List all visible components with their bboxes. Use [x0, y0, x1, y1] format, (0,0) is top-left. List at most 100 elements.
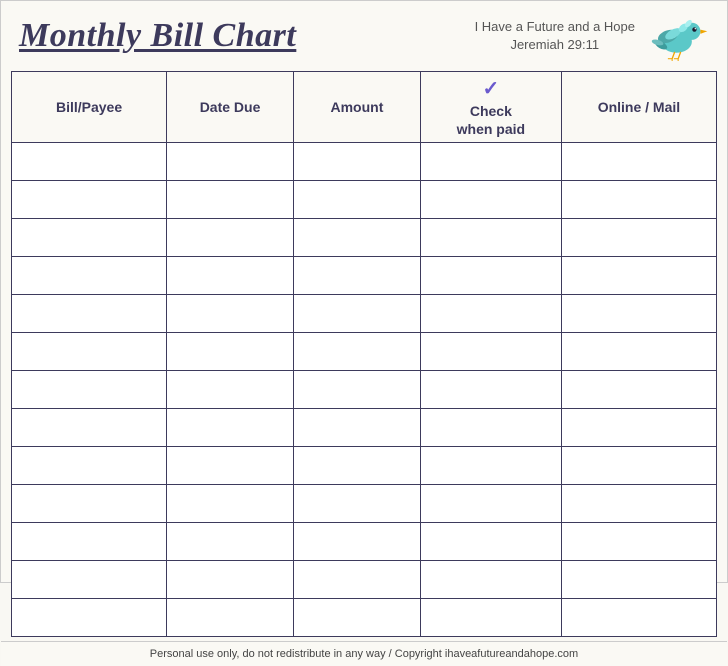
table-cell[interactable]	[293, 257, 420, 295]
table-cell[interactable]	[420, 561, 561, 599]
table-cell[interactable]	[293, 219, 420, 257]
subtitle-line1: I Have a Future and a Hope	[475, 18, 635, 36]
table-cell[interactable]	[420, 333, 561, 371]
table-cell[interactable]	[12, 257, 167, 295]
table-cell[interactable]	[561, 447, 716, 485]
table-cell[interactable]	[12, 447, 167, 485]
table-row	[12, 181, 717, 219]
col-header-check: ✓ Check when paid	[420, 72, 561, 143]
table-row	[12, 371, 717, 409]
table-row	[12, 523, 717, 561]
table-cell[interactable]	[561, 219, 716, 257]
table-cell[interactable]	[420, 257, 561, 295]
table-row	[12, 561, 717, 599]
bird-icon	[649, 11, 709, 61]
table-cell[interactable]	[561, 561, 716, 599]
table-cell[interactable]	[420, 181, 561, 219]
table-row	[12, 485, 717, 523]
table-cell[interactable]	[561, 599, 716, 637]
page-wrapper: Monthly Bill Chart I Have a Future and a…	[0, 0, 728, 583]
table-cell[interactable]	[167, 295, 294, 333]
table-cell[interactable]	[561, 295, 716, 333]
table-cell[interactable]	[12, 485, 167, 523]
table-cell[interactable]	[167, 371, 294, 409]
table-cell[interactable]	[561, 181, 716, 219]
table-body	[12, 143, 717, 637]
table-cell[interactable]	[12, 219, 167, 257]
table-cell[interactable]	[561, 409, 716, 447]
col-header-date: Date Due	[167, 72, 294, 143]
table-row	[12, 333, 717, 371]
table-cell[interactable]	[167, 599, 294, 637]
table-cell[interactable]	[167, 219, 294, 257]
table-cell[interactable]	[167, 333, 294, 371]
table-cell[interactable]	[12, 181, 167, 219]
table-cell[interactable]	[12, 143, 167, 181]
table-cell[interactable]	[420, 447, 561, 485]
table-cell[interactable]	[12, 523, 167, 561]
table-cell[interactable]	[167, 485, 294, 523]
table-cell[interactable]	[420, 143, 561, 181]
table-cell[interactable]	[293, 485, 420, 523]
table-cell[interactable]	[293, 599, 420, 637]
bill-table: Bill/Payee Date Due Amount ✓ Check when …	[11, 71, 717, 637]
subtitle-area: I Have a Future and a Hope Jeremiah 29:1…	[475, 18, 635, 54]
table-cell[interactable]	[420, 599, 561, 637]
table-cell[interactable]	[167, 143, 294, 181]
table-cell[interactable]	[12, 599, 167, 637]
footer: Personal use only, do not redistribute i…	[1, 641, 727, 666]
table-cell[interactable]	[167, 561, 294, 599]
table-cell[interactable]	[293, 447, 420, 485]
table-cell[interactable]	[561, 523, 716, 561]
table-row	[12, 295, 717, 333]
table-cell[interactable]	[561, 257, 716, 295]
table-container: Bill/Payee Date Due Amount ✓ Check when …	[1, 67, 727, 641]
table-cell[interactable]	[420, 409, 561, 447]
table-cell[interactable]	[561, 333, 716, 371]
table-cell[interactable]	[167, 181, 294, 219]
table-cell[interactable]	[167, 523, 294, 561]
table-cell[interactable]	[293, 143, 420, 181]
table-cell[interactable]	[12, 295, 167, 333]
header: Monthly Bill Chart I Have a Future and a…	[1, 1, 727, 67]
title-area: Monthly Bill Chart	[19, 17, 296, 54]
table-cell[interactable]	[12, 333, 167, 371]
check-label: when paid	[457, 120, 525, 138]
table-cell[interactable]	[420, 485, 561, 523]
header-right: I Have a Future and a Hope Jeremiah 29:1…	[475, 11, 709, 61]
page-title: Monthly Bill Chart	[19, 17, 296, 54]
col-header-amount: Amount	[293, 72, 420, 143]
table-cell[interactable]	[12, 371, 167, 409]
check-prefix: Check	[470, 102, 512, 120]
table-cell[interactable]	[420, 523, 561, 561]
table-cell[interactable]	[12, 561, 167, 599]
table-row	[12, 447, 717, 485]
table-row	[12, 219, 717, 257]
table-row	[12, 143, 717, 181]
table-row	[12, 409, 717, 447]
table-cell[interactable]	[293, 295, 420, 333]
table-cell[interactable]	[293, 181, 420, 219]
table-cell[interactable]	[293, 371, 420, 409]
table-cell[interactable]	[12, 409, 167, 447]
table-cell[interactable]	[167, 409, 294, 447]
table-cell[interactable]	[167, 257, 294, 295]
table-cell[interactable]	[293, 409, 420, 447]
col-header-bill: Bill/Payee	[12, 72, 167, 143]
col-header-online: Online / Mail	[561, 72, 716, 143]
table-cell[interactable]	[293, 523, 420, 561]
table-cell[interactable]	[561, 371, 716, 409]
table-cell[interactable]	[561, 143, 716, 181]
subtitle-line2: Jeremiah 29:11	[510, 36, 599, 54]
table-cell[interactable]	[293, 561, 420, 599]
table-cell[interactable]	[420, 295, 561, 333]
table-cell[interactable]	[420, 219, 561, 257]
table-cell[interactable]	[293, 333, 420, 371]
table-cell[interactable]	[167, 447, 294, 485]
table-cell[interactable]	[561, 485, 716, 523]
table-row	[12, 599, 717, 637]
check-symbol: ✓	[482, 76, 499, 102]
table-header-row: Bill/Payee Date Due Amount ✓ Check when …	[12, 72, 717, 143]
footer-text: Personal use only, do not redistribute i…	[150, 648, 578, 660]
table-cell[interactable]	[420, 371, 561, 409]
